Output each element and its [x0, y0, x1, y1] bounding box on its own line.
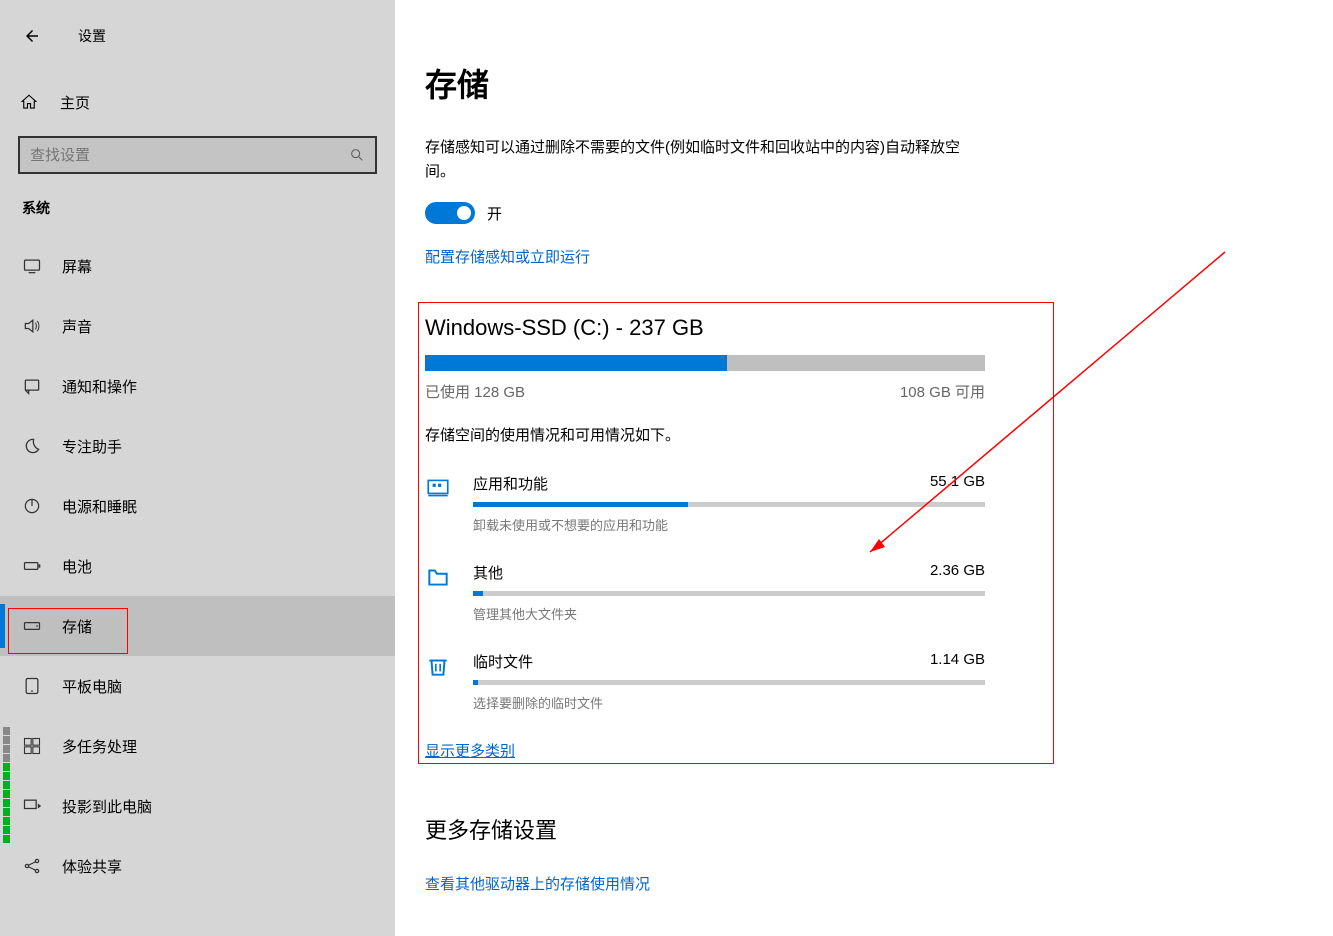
category-size: 55.1 GB — [930, 473, 985, 494]
apps-icon — [425, 475, 453, 503]
sidebar-item-moon[interactable]: 专注助手 — [0, 416, 395, 476]
sidebar-item-project[interactable]: 投影到此电脑 — [0, 776, 395, 836]
sidebar-item-storage[interactable]: 存储 — [0, 596, 395, 656]
category-desc: 卸载未使用或不想要的应用和功能 — [473, 515, 985, 534]
folder-icon — [425, 564, 453, 592]
back-button[interactable] — [18, 22, 46, 50]
arrow-left-icon — [23, 27, 41, 45]
category-name: 其他 — [473, 562, 503, 583]
power-icon — [22, 496, 42, 516]
sidebar-item-battery[interactable]: 电池 — [0, 536, 395, 596]
search-input[interactable] — [30, 147, 349, 164]
category-bar — [473, 502, 985, 507]
toggle-label: 开 — [487, 203, 502, 224]
category-bar — [473, 680, 985, 685]
app-title: 设置 — [78, 26, 106, 46]
sound-icon — [22, 316, 42, 336]
share-icon — [22, 856, 42, 876]
search-icon — [349, 147, 365, 163]
drive-free-label: 108 GB 可用 — [900, 381, 985, 402]
sidebar-item-label: 屏幕 — [62, 256, 92, 277]
storage-category-trash[interactable]: 临时文件 1.14 GB 选择要删除的临时文件 — [425, 651, 985, 712]
category-desc: 选择要删除的临时文件 — [473, 693, 985, 712]
search-box[interactable] — [18, 136, 377, 174]
home-icon — [20, 93, 40, 111]
storage-icon — [22, 616, 42, 636]
sidebar-item-label: 投影到此电脑 — [62, 796, 152, 817]
storage-category-apps[interactable]: 应用和功能 55.1 GB 卸载未使用或不想要的应用和功能 — [425, 473, 985, 534]
drive-usage-bar — [425, 355, 985, 371]
notification-icon — [22, 376, 42, 396]
page-desc: 存储感知可以通过删除不需要的文件(例如临时文件和回收站中的内容)自动释放空间。 — [425, 136, 985, 184]
sidebar-item-label: 专注助手 — [62, 436, 122, 457]
storage-category-folder[interactable]: 其他 2.36 GB 管理其他大文件夹 — [425, 562, 985, 623]
sidebar: 设置 主页 系统 屏幕声音通知和操作专注助手电源和睡眠电池存储平板电脑多任务处理… — [0, 0, 395, 936]
sidebar-item-label: 电池 — [62, 556, 92, 577]
sidebar-item-home[interactable]: 主页 — [0, 78, 395, 126]
home-label: 主页 — [60, 92, 90, 113]
category-size: 1.14 GB — [930, 651, 985, 672]
battery-meter-decoration — [3, 727, 10, 844]
multitask-icon — [22, 736, 42, 756]
sidebar-item-sound[interactable]: 声音 — [0, 296, 395, 356]
sidebar-item-notification[interactable]: 通知和操作 — [0, 356, 395, 416]
sidebar-item-label: 声音 — [62, 316, 92, 337]
configure-link[interactable]: 配置存储感知或立即运行 — [425, 246, 590, 267]
nav-list: 屏幕声音通知和操作专注助手电源和睡眠电池存储平板电脑多任务处理投影到此电脑体验共… — [0, 236, 395, 896]
battery-icon — [22, 556, 42, 576]
drive-used-label: 已使用 128 GB — [425, 381, 525, 402]
display-icon — [22, 256, 42, 276]
drive-title: Windows-SSD (C:) - 237 GB — [425, 315, 985, 341]
sidebar-item-display[interactable]: 屏幕 — [0, 236, 395, 296]
sidebar-item-share[interactable]: 体验共享 — [0, 836, 395, 896]
category-name: 应用和功能 — [473, 473, 548, 494]
group-title: 系统 — [0, 174, 395, 236]
main-content: 存储 存储感知可以通过删除不需要的文件(例如临时文件和回收站中的内容)自动释放空… — [395, 0, 1333, 936]
project-icon — [22, 796, 42, 816]
page-title: 存储 — [425, 60, 1303, 106]
sidebar-item-label: 多任务处理 — [62, 736, 137, 757]
sidebar-item-multitask[interactable]: 多任务处理 — [0, 716, 395, 776]
sidebar-item-label: 体验共享 — [62, 856, 122, 877]
sidebar-item-label: 平板电脑 — [62, 676, 122, 697]
sidebar-item-tablet[interactable]: 平板电脑 — [0, 656, 395, 716]
more-settings-title: 更多存储设置 — [425, 813, 1303, 845]
category-size: 2.36 GB — [930, 562, 985, 583]
category-name: 临时文件 — [473, 651, 533, 672]
drive-section: Windows-SSD (C:) - 237 GB 已使用 128 GB 108… — [425, 315, 985, 761]
sidebar-item-label: 通知和操作 — [62, 376, 137, 397]
moon-icon — [22, 436, 42, 456]
tablet-icon — [22, 676, 42, 696]
sidebar-item-label: 存储 — [62, 616, 92, 637]
trash-icon — [425, 653, 453, 681]
sidebar-item-power[interactable]: 电源和睡眠 — [0, 476, 395, 536]
category-bar — [473, 591, 985, 596]
storage-sense-toggle[interactable] — [425, 202, 475, 224]
show-more-link[interactable]: 显示更多类别 — [425, 740, 515, 761]
other-drives-link[interactable]: 查看其他驱动器上的存储使用情况 — [425, 873, 650, 894]
category-desc: 管理其他大文件夹 — [473, 604, 985, 623]
drive-usage-desc: 存储空间的使用情况和可用情况如下。 — [425, 424, 985, 445]
sidebar-item-label: 电源和睡眠 — [62, 496, 137, 517]
